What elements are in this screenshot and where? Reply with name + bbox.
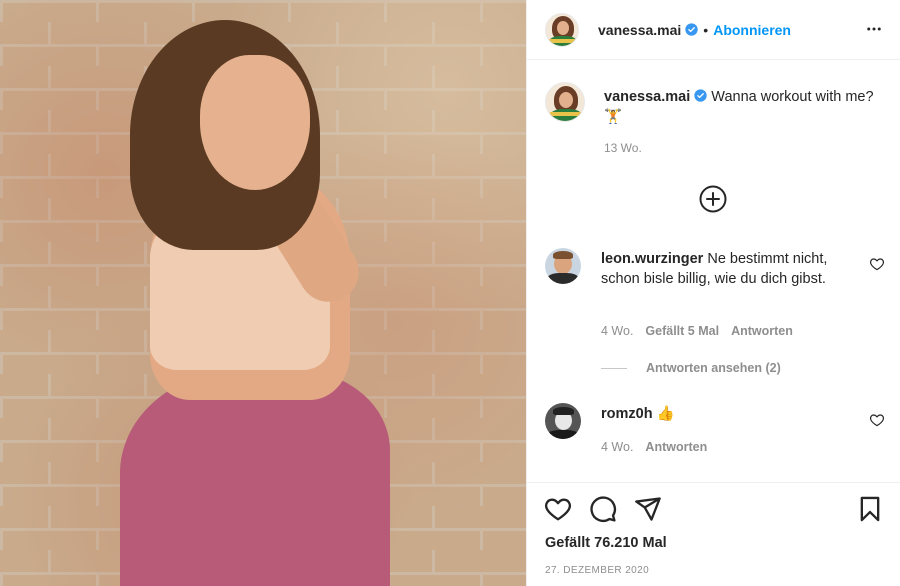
comment-username[interactable]: romz0h [601, 406, 653, 422]
post-photo[interactable] [0, 0, 526, 586]
comment-time[interactable]: 4 Wo. [601, 440, 633, 454]
comment-item: leon.wurzinger Ne bestimmt nicht, schon … [545, 248, 885, 348]
avatar[interactable] [545, 12, 579, 47]
post-caption: vanessa.mai Wanna workout with me? 🏋 13 W… [545, 82, 885, 155]
comment-time[interactable]: 4 Wo. [601, 324, 633, 338]
figure-face [200, 55, 310, 190]
post-header: vanessa.mai • Abonnieren [527, 0, 900, 60]
share-send-icon[interactable] [634, 495, 662, 523]
comment-reply-button[interactable]: Antworten [645, 440, 707, 454]
caption-username[interactable]: vanessa.mai [604, 89, 690, 105]
avatar-face [559, 92, 573, 108]
comment-text-block: romz0h 👍 [601, 404, 847, 424]
caption-text: Wanna workout with me? [711, 89, 874, 105]
view-replies-label: Antworten ansehen (2) [646, 361, 781, 375]
avatar-face [557, 20, 569, 35]
comment-text-block: leon.wurzinger Ne bestimmt nicht, schon … [601, 249, 847, 289]
header-separator: • [703, 21, 709, 38]
verified-badge-icon [685, 23, 698, 36]
load-more-comments-icon[interactable] [699, 185, 727, 213]
comment-meta: 4 Wo. Gefällt 5 Mal Antworten [601, 324, 793, 338]
caption-text-block: vanessa.mai Wanna workout with me? 🏋 [604, 87, 874, 127]
follow-button[interactable]: Abonnieren [713, 22, 791, 38]
bookmark-save-icon[interactable] [856, 495, 884, 523]
post-actions-bar: Gefällt 76.210 Mal 27. DEZEMBER 2020 [527, 482, 900, 586]
avatar-hair [553, 407, 574, 415]
view-replies-button[interactable]: Antworten ansehen (2) [601, 361, 781, 375]
caption-timestamp[interactable]: 13 Wo. [604, 141, 885, 155]
comment-text: 👍 [656, 406, 675, 422]
comment-like-heart-icon[interactable] [869, 256, 885, 272]
more-options-icon[interactable] [865, 20, 883, 38]
caption-emoji: 🏋 [604, 109, 623, 125]
replies-divider [601, 367, 627, 369]
verified-badge-icon [694, 89, 707, 102]
comment-bubble-icon[interactable] [589, 495, 617, 523]
comment-avatar[interactable] [545, 403, 581, 439]
avatar-shirt [547, 430, 579, 439]
post-side-panel: vanessa.mai • Abonnieren vanessa.mai Wan… [526, 0, 900, 586]
comment-avatar[interactable] [545, 248, 581, 284]
avatar-shirt [547, 273, 579, 284]
comment-likes-count[interactable]: Gefällt 5 Mal [645, 324, 719, 338]
figure-legs [120, 370, 390, 586]
comment-meta: 4 Wo. Antworten [601, 440, 707, 454]
likes-count[interactable]: Gefällt 76.210 Mal [545, 535, 667, 551]
like-heart-icon[interactable] [544, 495, 572, 523]
comment-item: romz0h 👍 4 Wo. Antworten [545, 403, 885, 463]
comment-like-heart-icon[interactable] [869, 412, 885, 428]
avatar-band [550, 112, 582, 116]
caption-avatar[interactable] [545, 82, 585, 122]
avatar-band [549, 38, 577, 43]
avatar-hair [553, 251, 573, 259]
comment-reply-button[interactable]: Antworten [731, 324, 793, 338]
post-date[interactable]: 27. DEZEMBER 2020 [545, 565, 649, 576]
comment-username[interactable]: leon.wurzinger [601, 251, 703, 267]
header-username[interactable]: vanessa.mai [598, 22, 681, 38]
